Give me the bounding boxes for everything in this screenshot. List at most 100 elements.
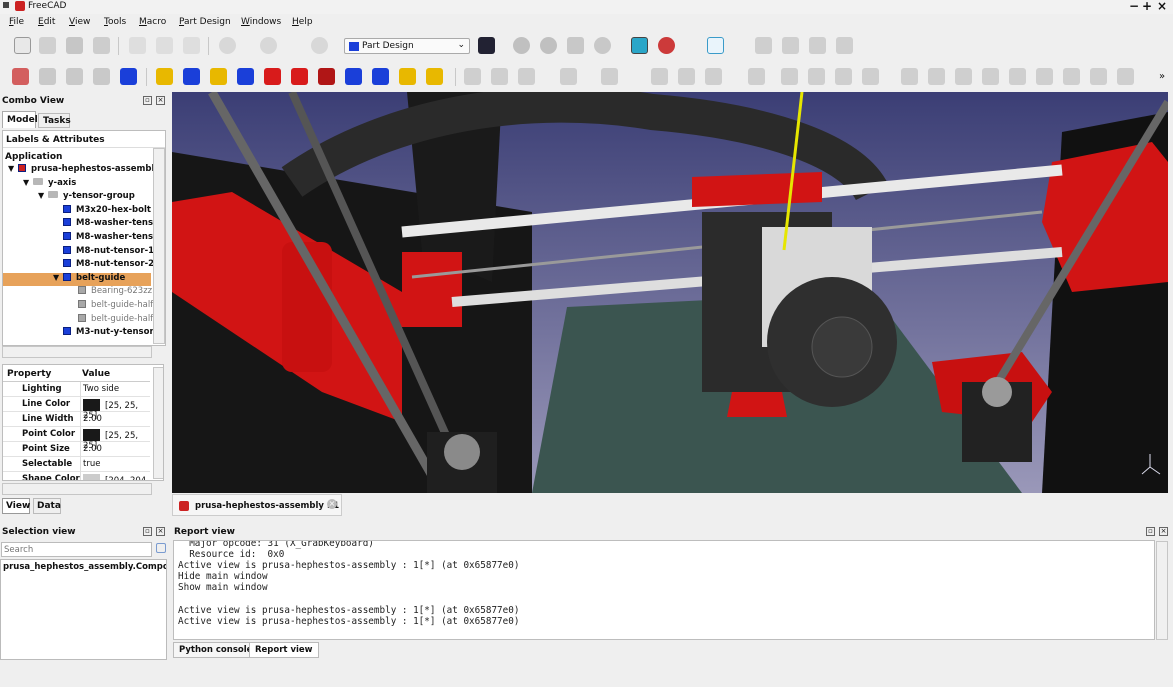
report-scrollbar[interactable] <box>1156 541 1168 640</box>
sketch-circle-icon[interactable] <box>560 68 577 85</box>
validate-sketch-icon[interactable] <box>39 68 56 85</box>
float-panel-icon[interactable]: ▫ <box>143 527 152 536</box>
close-panel-icon[interactable]: × <box>1159 527 1168 536</box>
measure-refresh-icon[interactable] <box>809 37 826 54</box>
tree-item[interactable]: ▼ y-tensor-group <box>38 191 135 204</box>
tree-item[interactable]: ▼ y-axis <box>23 177 76 191</box>
close-panel-icon[interactable]: × <box>156 96 165 105</box>
expander-icon[interactable]: ▼ <box>23 178 33 187</box>
menu-macro[interactable]: Macro <box>139 17 166 27</box>
tree-item[interactable]: belt-guide-half <box>68 313 153 327</box>
measure-angular-icon[interactable] <box>782 37 799 54</box>
constrain-symmetric-icon[interactable] <box>1117 68 1134 85</box>
constrain-point-on-object-icon[interactable] <box>928 68 945 85</box>
document-tab[interactable]: prusa-hephestos-assembly : 1 × <box>172 494 342 516</box>
cut-icon[interactable] <box>129 37 146 54</box>
sketch-polyline-icon[interactable] <box>651 68 668 85</box>
menu-part-design[interactable]: Part Design <box>179 17 231 27</box>
menu-view[interactable]: View <box>69 17 90 27</box>
property-row[interactable]: Point Size 2.00 <box>3 442 150 457</box>
linear-pattern-icon[interactable] <box>372 68 389 85</box>
tree-item[interactable]: M8-washer-tensor <box>53 232 163 245</box>
minimize-icon[interactable]: − <box>1129 0 1139 13</box>
tree-item[interactable]: M8-washer-tensor <box>53 218 163 231</box>
close-tab-icon[interactable]: × <box>327 499 337 509</box>
external-geometry-icon[interactable] <box>835 68 852 85</box>
property-horizontal-scrollbar[interactable] <box>2 483 152 495</box>
menu-edit[interactable]: Edit <box>38 17 55 27</box>
chamfer-icon[interactable] <box>291 68 308 85</box>
refresh-icon[interactable] <box>311 37 328 54</box>
tree-item[interactable]: Bearing-623zz <box>68 286 152 299</box>
copy-icon[interactable] <box>156 37 173 54</box>
tree-item[interactable]: M8-nut-tensor-2 <box>53 259 154 272</box>
report-output[interactable]: Major opcode: 31 (X_GrabKeyboard) Resour… <box>173 540 1155 640</box>
create-sketch-icon[interactable] <box>12 68 29 85</box>
property-value[interactable]: 2.00 <box>83 414 102 424</box>
measure-linear-icon[interactable] <box>755 37 772 54</box>
pad-icon[interactable] <box>156 68 173 85</box>
constrain-equal-icon[interactable] <box>1090 68 1107 85</box>
tree-item[interactable]: belt-guide-half <box>68 300 153 313</box>
property-row[interactable]: Shape Color[204, 204, 204] <box>3 472 150 480</box>
selection-item[interactable]: prusa_hephestos_assembly.CompoundOfParts <box>3 562 166 572</box>
tree-item[interactable]: ▼ prusa-hephestos-assembly <box>8 164 160 177</box>
sketch-slot-icon[interactable] <box>748 68 765 85</box>
menu-file[interactable]: File <box>9 17 24 27</box>
tab-data[interactable]: Data <box>33 498 61 514</box>
constrain-coincident-icon[interactable] <box>901 68 918 85</box>
close-panel-icon[interactable]: × <box>156 527 165 536</box>
property-value[interactable]: 2.00 <box>83 444 102 454</box>
selection-search-input[interactable] <box>1 542 152 557</box>
paste-icon[interactable] <box>183 37 200 54</box>
tab-tasks[interactable]: Tasks <box>38 113 71 128</box>
property-row[interactable]: Line Color [25, 25, 25] <box>3 397 150 421</box>
print-icon[interactable] <box>93 37 110 54</box>
open-file-icon[interactable] <box>39 37 56 54</box>
measure-clear-icon[interactable] <box>836 37 853 54</box>
property-row[interactable]: Selectable true <box>3 457 150 472</box>
sketch-trim-icon[interactable] <box>808 68 825 85</box>
body-icon[interactable] <box>120 68 137 85</box>
constrain-perpendicular-icon[interactable] <box>1036 68 1053 85</box>
revolution-icon[interactable] <box>210 68 227 85</box>
float-panel-icon[interactable]: ▫ <box>143 96 152 105</box>
tab-python-console[interactable]: Python console <box>173 642 259 658</box>
property-value[interactable]: [204, 204, 204] <box>83 474 150 480</box>
draw-style-icon[interactable] <box>658 37 675 54</box>
macro-stop-icon[interactable] <box>540 37 557 54</box>
new-file-icon[interactable] <box>14 37 31 54</box>
sketch-line-icon[interactable] <box>491 68 508 85</box>
tree-item[interactable]: ▼ belt-guide <box>3 272 151 286</box>
fit-all-icon[interactable] <box>631 37 648 54</box>
maximize-icon[interactable]: + <box>1142 0 1152 13</box>
property-row[interactable]: Lighting Two side <box>3 382 150 397</box>
sketch-arc-icon[interactable] <box>518 68 535 85</box>
expander-icon[interactable]: ▼ <box>38 191 48 200</box>
polar-pattern-icon[interactable] <box>399 68 416 85</box>
tab-view[interactable]: View <box>2 498 30 514</box>
pocket-icon[interactable] <box>183 68 200 85</box>
mirrored-icon[interactable] <box>345 68 362 85</box>
sketch-fillet-icon[interactable] <box>781 68 798 85</box>
window-menu-icon[interactable] <box>3 2 9 8</box>
tree-item[interactable]: M8-nut-tensor-1 <box>53 245 154 259</box>
sketch-point-icon[interactable] <box>464 68 481 85</box>
3d-viewport[interactable] <box>172 92 1168 493</box>
macro-record-icon[interactable] <box>513 37 530 54</box>
tree-item[interactable]: M3x20-hex-bolt <box>53 204 151 218</box>
search-options-icon[interactable] <box>156 543 166 553</box>
model-tree[interactable]: Labels & Attributes Application ▼ prusa-h… <box>2 130 166 346</box>
macro-list-icon[interactable] <box>567 37 584 54</box>
constrain-horizontal-icon[interactable] <box>982 68 999 85</box>
redo-icon[interactable] <box>260 37 277 54</box>
draft-icon[interactable] <box>318 68 335 85</box>
property-row[interactable]: Line Width 2.00 <box>3 412 150 427</box>
isometric-view-icon[interactable] <box>707 37 724 54</box>
sketch-rectangle-icon[interactable] <box>678 68 695 85</box>
multi-transform-icon[interactable] <box>426 68 443 85</box>
sketch-polygon-icon[interactable] <box>705 68 722 85</box>
close-icon[interactable]: × <box>1157 0 1167 13</box>
property-value[interactable]: true <box>83 459 100 469</box>
menu-tools[interactable]: Tools <box>104 17 126 27</box>
